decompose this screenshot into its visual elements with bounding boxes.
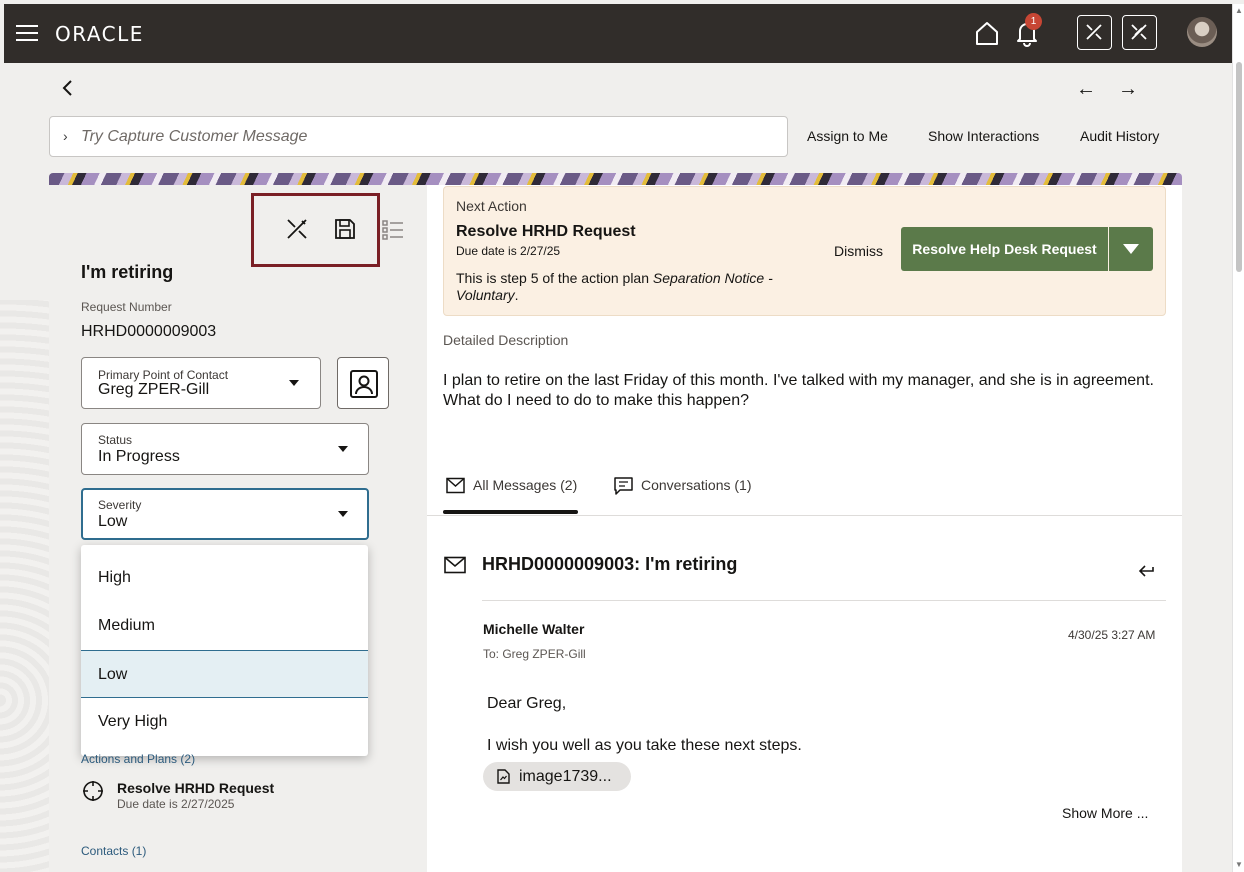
tools-icon (1086, 24, 1102, 40)
message-sender: Michelle Walter (483, 621, 585, 637)
tab-conversations[interactable]: Conversations (1) (641, 477, 752, 493)
list-view-icon[interactable] (381, 218, 405, 242)
resolve-options-button[interactable] (1109, 227, 1153, 271)
tab-all-messages[interactable]: All Messages (2) (473, 477, 577, 493)
severity-value[interactable]: Low (98, 513, 127, 531)
severity-option-high[interactable]: High (81, 554, 368, 602)
audit-history-button[interactable]: Audit History (1080, 128, 1159, 144)
primary-contact-value: Greg ZPER-Gill (98, 381, 210, 398)
mail-icon (446, 477, 465, 494)
capture-message-field[interactable]: › (49, 116, 788, 157)
save-icon[interactable] (333, 217, 357, 241)
status-value: In Progress (98, 448, 180, 465)
next-action-due-date: Due date is 2/27/25 (456, 244, 561, 258)
severity-option-medium[interactable]: Medium (81, 602, 368, 650)
severity-option-very-high[interactable]: Very High (81, 698, 368, 746)
severity-dropdown-list: High Medium Low Very High (81, 545, 368, 756)
target-icon (83, 781, 103, 801)
active-tab-indicator (443, 510, 578, 514)
next-action-step-text: This is step 5 of the action plan Separa… (456, 270, 796, 304)
message-body: I wish you well as you take these next s… (487, 737, 802, 754)
dropdown-caret-icon (289, 380, 299, 386)
scroll-down-icon[interactable]: ▼ (1235, 860, 1243, 869)
dropdown-caret-icon (338, 446, 348, 452)
next-action-title: Resolve HRHD Request (456, 223, 636, 240)
plan-due-date: Due date is 2/27/2025 (117, 797, 235, 811)
plan-title[interactable]: Resolve HRHD Request (117, 780, 274, 796)
capture-message-input[interactable] (81, 125, 771, 149)
message-divider (482, 600, 1166, 601)
show-interactions-button[interactable]: Show Interactions (928, 128, 1039, 144)
primary-contact-select[interactable]: Primary Point of Contact Greg ZPER-Gill (81, 357, 321, 409)
hamburger-icon[interactable] (16, 25, 38, 42)
contact-card-icon (350, 370, 378, 398)
highlight-box (251, 193, 380, 267)
previous-arrow-icon[interactable]: ← (1076, 78, 1096, 101)
request-number-label: Request Number (81, 300, 172, 314)
chat-icon (614, 477, 633, 495)
actions-and-plans-link[interactable]: Actions and Plans (2) (81, 752, 195, 766)
attachment-name: image1739... (519, 768, 612, 785)
tools-off-button[interactable] (1122, 15, 1157, 50)
chevron-right-icon[interactable]: › (63, 128, 68, 144)
message-greeting: Dear Greg, (487, 695, 567, 712)
caret-down-icon (1123, 244, 1139, 254)
message-recipient: To: Greg ZPER-Gill (483, 647, 586, 661)
request-number: HRHD0000009003 (81, 323, 217, 340)
step-suffix: . (514, 287, 519, 303)
next-action-label: Next Action (456, 198, 527, 214)
contacts-link[interactable]: Contacts (1) (81, 844, 146, 858)
file-icon (497, 769, 510, 784)
show-more-link[interactable]: Show More ... (1062, 805, 1148, 821)
assign-to-me-button[interactable]: Assign to Me (807, 128, 888, 144)
resolve-help-desk-request-button[interactable]: Resolve Help Desk Request (901, 227, 1108, 271)
message-date: 4/30/25 3:27 AM (1068, 628, 1156, 642)
status-label: Status (98, 433, 133, 447)
tools-button[interactable] (1077, 15, 1112, 50)
primary-contact-label: Primary Point of Contact (98, 368, 229, 382)
back-icon[interactable] (58, 77, 78, 99)
attachment-chip[interactable]: image1739... (483, 762, 631, 791)
tools-off-icon (1131, 24, 1147, 40)
mail-icon (444, 556, 466, 574)
oracle-logo[interactable]: ORACLE (55, 22, 144, 46)
severity-select[interactable]: Severity Low (81, 488, 369, 540)
scroll-thumb[interactable] (1236, 62, 1242, 272)
severity-option-low[interactable]: Low (81, 650, 368, 698)
description-text: I plan to retire on the last Friday of t… (443, 372, 1154, 409)
scroll-up-icon[interactable]: ▲ (1235, 6, 1243, 15)
next-arrow-icon[interactable]: → (1118, 78, 1138, 101)
avatar[interactable] (1187, 17, 1217, 47)
dismiss-button[interactable]: Dismiss (834, 243, 883, 259)
notification-badge: 1 (1025, 13, 1042, 30)
severity-label: Severity (98, 498, 142, 512)
top-bar: ORACLE (4, 4, 1232, 63)
request-title: I'm retiring (81, 262, 174, 282)
reply-icon[interactable] (1138, 563, 1158, 579)
description-label: Detailed Description (443, 332, 569, 348)
page-scrollbar[interactable]: ▲ ▼ (1232, 4, 1244, 872)
edit-tools-icon[interactable] (285, 217, 309, 241)
background-decoration (0, 300, 49, 872)
contact-card-button[interactable] (337, 357, 389, 409)
decorative-banner (49, 173, 1182, 185)
message-subject[interactable]: HRHD0000009003: I'm retiring (482, 554, 737, 575)
home-icon[interactable] (970, 16, 1004, 50)
step-prefix: This is step 5 of the action plan (456, 270, 653, 286)
status-select[interactable]: Status In Progress (81, 423, 369, 475)
tabs-divider (427, 515, 1182, 516)
dropdown-caret-icon (338, 511, 348, 517)
